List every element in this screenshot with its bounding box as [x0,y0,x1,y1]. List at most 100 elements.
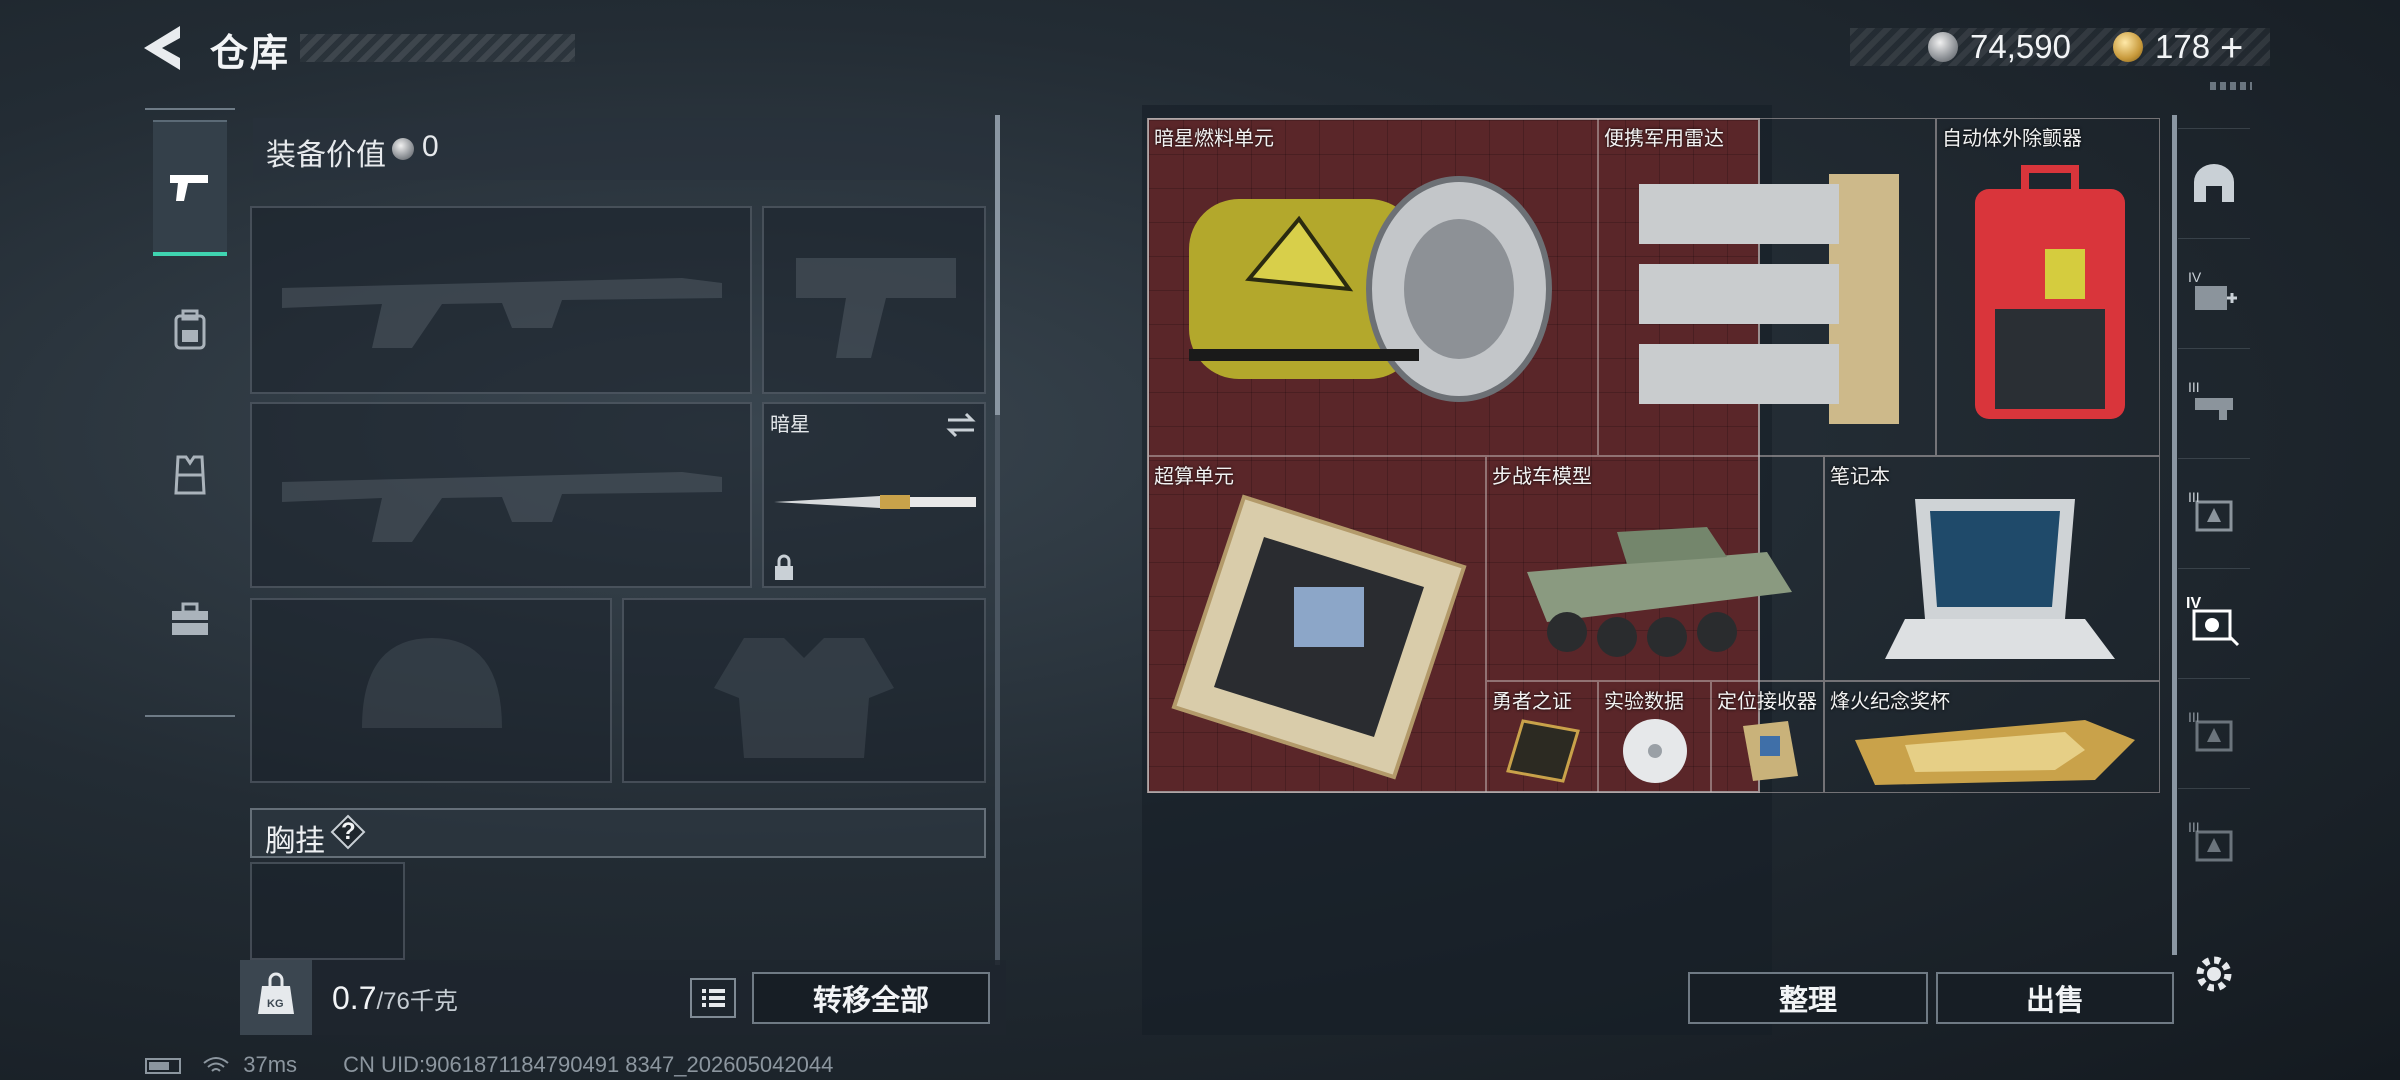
radar-icon [1639,174,1899,424]
coin-icon [1928,32,1958,62]
stash-item-beacon-trophy[interactable]: 烽火纪念奖杯 [1824,681,2160,793]
tier-label: III [2188,379,2200,395]
transfer-all-button[interactable]: 转移全部 [752,972,990,1024]
item-name: 自动体外除颤器 [1942,128,2082,150]
helmet-slot[interactable] [250,598,612,783]
tier-label: IV [2188,269,2202,285]
armor-slot[interactable] [622,598,986,783]
add-currency-button[interactable]: + [2220,26,2243,71]
dome-icon [2194,164,2234,202]
disc-icon [1623,719,1687,783]
stash-item-brave-token[interactable]: 勇者之证 [1486,681,1598,793]
equipment-value-label: 装备价值 [266,139,386,172]
item-name: 定位接收器 [1717,691,1817,713]
rifle-icon [282,278,722,348]
item-name: 便携军用雷达 [1604,128,1724,150]
nav-backpack[interactable] [153,265,227,395]
category-nav [145,108,235,717]
carry-weight-current: 0.7 [332,980,377,1016]
status-bar: 37ms CN UID:9061871184790491 8347_202605… [145,1052,833,1078]
swap-icon[interactable] [944,410,978,440]
stash-item-aed[interactable]: 自动体外除颤器 [1936,118,2160,456]
stash-item-fuel-cell[interactable]: 暗星燃料单元 [1148,118,1598,456]
melee-slot-label: 暗星 [770,414,810,436]
back-icon[interactable] [140,22,186,74]
settings-gear-icon[interactable] [2192,952,2236,1001]
help-icon[interactable]: ? [330,814,366,850]
token-icon [1506,719,1580,783]
stash-tab-iv-b-active[interactable]: IV [2178,568,2250,679]
stash-item-ifv-model[interactable]: 步战车模型 [1486,456,1824,681]
rifle-icon [282,472,722,542]
sidearm-slot[interactable] [762,206,986,394]
weight-icon: KG [240,960,312,1035]
list-icon [702,989,725,1007]
armor-icon [714,638,894,758]
chest-rig-label: 胸挂 [265,825,325,858]
secondary-weapon-slot[interactable] [250,402,752,588]
vest-icon [174,455,206,495]
coin-balance: 74,590 [1970,28,2071,65]
trophy-icon [1855,720,2135,785]
wifi-icon [203,1057,229,1072]
nav-vest[interactable] [153,410,227,540]
sort-button[interactable]: 整理 [1688,972,1928,1024]
tier-label: IV [2186,595,2202,612]
list-view-button[interactable] [690,978,736,1018]
chest-rig-slot[interactable] [250,862,405,960]
carry-weight: 0.7/76千克 [332,980,458,1017]
stash-tab-iii-c[interactable]: III [2178,678,2250,789]
stash-item-supercomputer[interactable]: 超算单元 [1148,456,1486,793]
carry-weight-capacity: /76千克 [376,988,458,1015]
pistol-icon [170,175,208,201]
knife-icon [774,495,976,509]
toolbox-icon [172,602,208,635]
tier-label: III [2188,489,2200,505]
stash-tab-nav: IV III III IV III III [2178,118,2250,938]
stash-item-experiment-data[interactable]: 实验数据 [1598,681,1711,793]
stash-tab-iv-a[interactable]: IV [2178,238,2250,349]
stash-tab-iii-a[interactable]: III [2178,348,2250,459]
coin-icon [392,138,414,160]
uid-text: CN UID:9061871184790491 8347_20260504204… [343,1052,834,1077]
tier-label: III [2188,709,2200,725]
equipment-value: 0 [422,130,439,163]
stash-scrollbar[interactable] [2172,115,2177,955]
premium-currency-icon [2113,32,2143,62]
page-title: 仓库 [210,33,291,75]
stash-tab-main[interactable] [2178,128,2250,239]
helmet-icon [362,638,502,728]
backpack-icon [174,309,206,350]
armored-vehicle-icon [1527,527,1792,657]
primary-weapon-slot[interactable] [250,206,752,394]
item-name: 实验数据 [1604,691,1684,713]
lock-icon [775,554,793,580]
weight-icon-label: KG [267,998,284,1010]
item-name: 勇者之证 [1492,691,1572,713]
decoration-dots [2210,82,2252,90]
stash-tab-iii-d[interactable]: III [2178,788,2250,899]
stash-tab-iii-b[interactable]: III [2178,458,2250,569]
tier-label: III [2188,819,2200,835]
fuel-cell-icon [1189,176,1552,402]
nav-weapons[interactable] [153,120,227,256]
stash-item-radar[interactable]: 便携军用雷达 [1598,118,1936,456]
circuit-board-icon [1171,494,1467,780]
nav-toolbox[interactable] [153,555,227,685]
receiver-icon [1743,721,1798,781]
title-decoration [300,34,575,62]
stash-item-locator-receiver[interactable]: 定位接收器 [1711,681,1824,793]
aed-icon [1975,165,2125,419]
ping-text: 37ms [243,1052,298,1077]
loadout-scrollbar-thumb[interactable] [995,115,1000,415]
item-name: 暗星燃料单元 [1154,128,1274,150]
melee-slot[interactable]: 暗星 [762,402,986,588]
laptop-icon [1885,499,2115,659]
pistol-icon [796,258,956,358]
battery-icon [145,1058,181,1075]
item-name: 超算单元 [1154,466,1234,488]
stash-item-laptop[interactable]: 笔记本 [1824,456,2160,681]
premium-balance: 178 [2155,28,2211,65]
help-symbol: ? [341,818,356,845]
sell-button[interactable]: 出售 [1936,972,2174,1024]
